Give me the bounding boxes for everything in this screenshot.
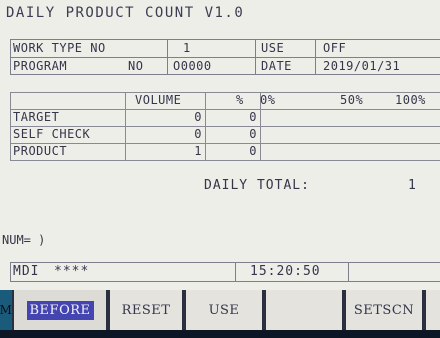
status-divider-1 xyxy=(235,262,236,282)
work-type-value: 1 xyxy=(183,41,191,55)
status-border-bottom xyxy=(10,281,440,282)
date-label: DATE xyxy=(261,59,292,73)
clock: 15:20:50 xyxy=(250,264,321,279)
header-percent: % xyxy=(236,93,244,107)
row-target-volume: 0 xyxy=(194,110,202,124)
row-target-percent: 0 xyxy=(249,110,257,124)
table-col-divider-2 xyxy=(205,92,206,161)
use-label: USE xyxy=(261,41,285,55)
softkey-left-edge[interactable]: M xyxy=(0,290,12,330)
row-product-percent: 0 xyxy=(249,144,257,158)
softkey-use[interactable]: USE xyxy=(184,290,264,330)
bar-divider-1 xyxy=(260,126,440,127)
info-col-divider-2 xyxy=(255,39,256,75)
daily-total-label: DAILY TOTAL: xyxy=(204,178,310,193)
row-product-label: PRODUCT xyxy=(13,144,68,158)
header-volume: VOLUME xyxy=(135,93,182,107)
input-line: NUM= ) xyxy=(2,233,46,247)
info-col-divider-1 xyxy=(167,39,168,75)
table-border-top xyxy=(10,92,440,93)
status-divider-2 xyxy=(348,262,349,282)
softkey-right-edge[interactable] xyxy=(424,290,440,330)
row-selfcheck-label: SELF CHECK xyxy=(13,127,91,141)
header-scale-50: 50% xyxy=(340,93,364,107)
header-scale-100: 100% xyxy=(395,93,426,107)
info-panel: WORK TYPE NO 1 USE OFF PROGRAM NO O0000 … xyxy=(10,39,440,75)
work-type-label: WORK TYPE NO xyxy=(13,41,106,55)
table-border-bottom xyxy=(10,160,260,161)
softkey-bar: M BEFORE RESET USE SETSCN xyxy=(0,290,440,338)
table-col-divider-1 xyxy=(125,92,126,161)
date-value: 2019/01/31 xyxy=(323,59,401,73)
daily-total-value: 1 xyxy=(408,178,416,193)
softkey-reset[interactable]: RESET xyxy=(108,290,184,330)
table-border-left xyxy=(10,92,11,161)
bar-divider-2 xyxy=(260,143,440,144)
status-border-left xyxy=(10,262,11,282)
softkey-blank[interactable] xyxy=(264,290,344,330)
bar-border-bottom xyxy=(260,160,440,161)
row-product-volume: 1 xyxy=(194,144,202,158)
row-selfcheck-volume: 0 xyxy=(194,127,202,141)
mode-indicator: MDI xyxy=(13,264,40,279)
status-bar: MDI **** 15:20:50 xyxy=(10,262,440,282)
softkey-before[interactable]: BEFORE xyxy=(12,290,108,330)
screen-title: DAILY PRODUCT COUNT V1.0 xyxy=(6,5,245,21)
program-label: PROGRAM xyxy=(13,59,68,73)
info-col-divider-3 xyxy=(315,39,316,75)
softkey-setscn[interactable]: SETSCN xyxy=(344,290,424,330)
row-target-label: TARGET xyxy=(13,110,60,124)
program-value: O0000 xyxy=(173,59,212,73)
row-selfcheck-percent: 0 xyxy=(249,127,257,141)
count-table: VOLUME % 0% 50% 100% TARGET 0 0 SELF CHE… xyxy=(10,92,440,162)
program-no-label: NO xyxy=(128,59,144,73)
softkey-before-label: BEFORE xyxy=(26,300,94,320)
alarm-indicator: **** xyxy=(54,264,90,279)
use-value: OFF xyxy=(323,41,347,55)
header-scale-0: 0% xyxy=(260,93,276,107)
cnc-screen: DAILY PRODUCT COUNT V1.0 WORK TYPE NO 1 … xyxy=(0,0,440,290)
